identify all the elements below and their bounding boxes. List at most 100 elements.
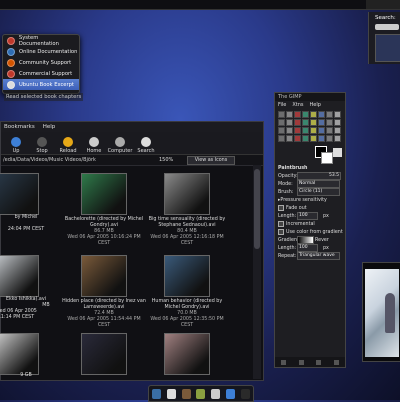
dock-launcher-icon[interactable] — [240, 388, 250, 399]
video-thumbnail[interactable] — [164, 173, 210, 215]
gimp-tool-icon[interactable] — [310, 127, 317, 134]
restore-options-icon[interactable] — [298, 359, 304, 365]
fade-row[interactable]: Fade out — [275, 204, 345, 212]
view-mode-select[interactable]: View as Icons — [187, 156, 235, 165]
location-path[interactable]: /edia/Data/Videos/Music Videos/Björk — [3, 157, 96, 163]
video-thumbnail[interactable] — [164, 333, 210, 375]
gimp-tool-icon[interactable] — [326, 111, 333, 118]
gimp-tool-icon[interactable] — [334, 111, 341, 118]
gimp-tool-icon[interactable] — [278, 127, 285, 134]
video-thumbnail[interactable] — [0, 173, 39, 215]
file-item[interactable] — [0, 255, 59, 299]
length-input[interactable]: 100 — [297, 212, 318, 220]
gimp-tool-icon[interactable] — [286, 127, 293, 134]
stop-button[interactable]: Stop — [29, 137, 55, 154]
video-thumbnail[interactable] — [0, 333, 39, 375]
scrollbar[interactable] — [253, 165, 261, 379]
help-menu-item[interactable]: Commercial Support — [3, 68, 79, 79]
dock-launcher-icon[interactable] — [226, 388, 236, 399]
dock-launcher-icon[interactable] — [166, 388, 176, 399]
gimp-tool-icon[interactable] — [302, 135, 309, 142]
computer-button[interactable]: Computer — [107, 137, 133, 154]
reverse-label[interactable]: Rever — [315, 238, 329, 243]
dock-launcher-icon[interactable] — [211, 388, 221, 399]
save-options-icon[interactable] — [281, 359, 287, 365]
incremental-row[interactable]: Incremental — [275, 220, 345, 228]
video-thumbnail[interactable] — [81, 255, 127, 297]
incremental-checkbox[interactable] — [278, 221, 284, 227]
gimp-tool-icon[interactable] — [302, 127, 309, 134]
zoom-level[interactable]: 150% — [159, 157, 173, 163]
fade-checkbox[interactable] — [278, 205, 284, 211]
dock-launcher-icon[interactable] — [196, 388, 206, 399]
pressure-row[interactable]: ▸ Pressure sensitivity — [275, 196, 345, 204]
gimp-tool-icon[interactable] — [318, 119, 325, 126]
gimp-menu-xtns[interactable]: Xtns — [292, 101, 303, 109]
gimp-tool-icon[interactable] — [310, 111, 317, 118]
search-input[interactable] — [375, 24, 399, 30]
gradient-checkbox[interactable] — [278, 229, 284, 235]
gimp-tool-icon[interactable] — [302, 119, 309, 126]
gimp-tool-icon[interactable] — [294, 127, 301, 134]
video-thumbnail[interactable] — [81, 173, 127, 215]
gimp-tool-icon[interactable] — [326, 119, 333, 126]
file-item[interactable]: Human behavior (directed by Michel Gondr… — [144, 255, 230, 329]
gimp-tool-icon[interactable] — [334, 119, 341, 126]
video-thumbnail[interactable] — [164, 255, 210, 297]
help-menu-item[interactable]: System Documentation — [3, 35, 79, 47]
brush-select[interactable]: Circle (11) — [297, 188, 340, 196]
length2-unit[interactable]: px — [323, 246, 329, 251]
repeat-select[interactable]: Triangular wave — [297, 252, 340, 260]
file-item[interactable] — [0, 173, 59, 217]
gradient-toggle-row[interactable]: Use color from gradient — [275, 228, 345, 236]
file-item[interactable] — [61, 333, 147, 377]
gimp-tool-icon[interactable] — [326, 135, 333, 142]
dock-launcher-icon[interactable] — [181, 388, 191, 399]
gimp-tool-icon[interactable] — [278, 135, 285, 142]
gimp-tool-icon[interactable] — [302, 111, 309, 118]
gimp-menu-file[interactable]: File — [278, 101, 286, 109]
active-brush-preview[interactable] — [333, 148, 342, 157]
delete-options-icon[interactable] — [316, 359, 322, 365]
gimp-tool-icon[interactable] — [278, 119, 285, 126]
dock-launcher-icon[interactable] — [151, 388, 161, 399]
menu-help[interactable]: Help — [43, 124, 56, 130]
gimp-tool-icon[interactable] — [310, 135, 317, 142]
gimp-tool-icon[interactable] — [286, 111, 293, 118]
menu-bookmarks[interactable]: Bookmarks — [4, 124, 35, 130]
background-color[interactable] — [321, 152, 333, 164]
gimp-tool-icon[interactable] — [278, 111, 285, 118]
home-button[interactable]: Home — [81, 137, 107, 154]
file-item[interactable]: Big time sensuality (directed by Stephan… — [144, 173, 230, 247]
file-item[interactable] — [0, 333, 59, 377]
scrollbar-thumb[interactable] — [254, 169, 260, 249]
gimp-tool-icon[interactable] — [294, 119, 301, 126]
length2-input[interactable]: 100 — [297, 244, 318, 252]
gradient-preview[interactable] — [297, 236, 314, 244]
length-unit[interactable]: px — [323, 214, 329, 219]
gimp-tool-icon[interactable] — [286, 119, 293, 126]
help-menu-item[interactable]: Community Support — [3, 57, 79, 68]
workspace-switcher[interactable] — [375, 34, 400, 62]
gimp-tool-icon[interactable] — [334, 127, 341, 134]
reset-options-icon[interactable] — [333, 359, 339, 365]
gimp-tool-icon[interactable] — [318, 127, 325, 134]
file-item[interactable] — [144, 333, 230, 377]
file-item[interactable]: Bachelorette (directed by Michel Gondry)… — [61, 173, 147, 247]
gimp-tool-icon[interactable] — [334, 135, 341, 142]
help-menu-item[interactable]: Ubuntu Book Excerpt — [3, 79, 79, 90]
mode-select[interactable]: Normal — [297, 180, 340, 188]
help-menu-item[interactable]: Online Documentation — [3, 46, 79, 57]
gimp-tool-icon[interactable] — [318, 111, 325, 118]
search-button[interactable]: Search — [133, 137, 159, 154]
file-item[interactable]: Hidden place (directed by Inez van Lamsw… — [61, 255, 147, 329]
video-thumbnail[interactable] — [81, 333, 127, 375]
up-button[interactable]: Up — [3, 137, 29, 154]
gimp-tool-icon[interactable] — [318, 135, 325, 142]
video-thumbnail[interactable] — [0, 255, 39, 297]
gimp-tool-icon[interactable] — [286, 135, 293, 142]
gimp-tool-icon[interactable] — [294, 135, 301, 142]
gimp-tool-icon[interactable] — [310, 119, 317, 126]
opacity-slider[interactable]: 53.5 — [297, 172, 341, 180]
gimp-menu-help[interactable]: Help — [310, 101, 321, 109]
